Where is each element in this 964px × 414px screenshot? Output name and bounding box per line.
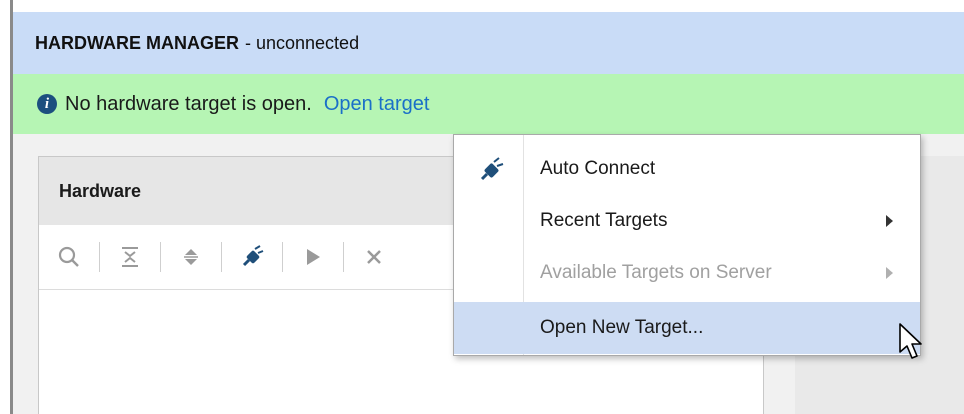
menu-item-label: Auto Connect xyxy=(540,158,656,179)
run-icon[interactable] xyxy=(297,241,329,273)
collapse-all-icon[interactable] xyxy=(114,241,146,273)
submenu-arrow-icon xyxy=(886,215,893,227)
search-icon[interactable] xyxy=(53,241,85,273)
toolbar-separator xyxy=(343,242,344,272)
header-title: HARDWARE MANAGER xyxy=(35,32,239,53)
toolbar-separator xyxy=(99,242,100,272)
hardware-manager-header: HARDWARE MANAGER - unconnected xyxy=(13,12,964,74)
menu-item-label: Available Targets on Server xyxy=(540,262,772,283)
open-target-link[interactable]: Open target xyxy=(324,93,430,116)
auto-connect-icon xyxy=(478,157,504,189)
menu-item-recent-targets[interactable]: Recent Targets xyxy=(454,195,920,247)
mouse-cursor-icon xyxy=(898,322,924,367)
toolbar-separator xyxy=(160,242,161,272)
info-icon: i xyxy=(37,94,57,114)
submenu-arrow-icon xyxy=(886,267,893,279)
open-target-menu: Auto Connect Recent Targets Available Ta… xyxy=(453,134,921,356)
menu-item-open-new-target[interactable]: Open New Target... xyxy=(454,302,920,354)
info-bar: i No hardware target is open. Open targe… xyxy=(13,74,964,134)
info-message: No hardware target is open. xyxy=(65,92,312,115)
menu-item-available-targets: Available Targets on Server xyxy=(454,247,920,299)
toolbar-separator xyxy=(282,242,283,272)
menu-item-auto-connect[interactable]: Auto Connect xyxy=(454,143,920,195)
toolbar-separator xyxy=(221,242,222,272)
window-edge xyxy=(0,0,10,414)
menu-item-label: Open New Target... xyxy=(540,317,704,338)
auto-connect-icon[interactable] xyxy=(236,241,268,273)
menu-item-label: Recent Targets xyxy=(540,210,668,231)
header-status: - unconnected xyxy=(245,32,360,53)
close-icon[interactable] xyxy=(358,241,390,273)
expand-all-icon[interactable] xyxy=(175,241,207,273)
